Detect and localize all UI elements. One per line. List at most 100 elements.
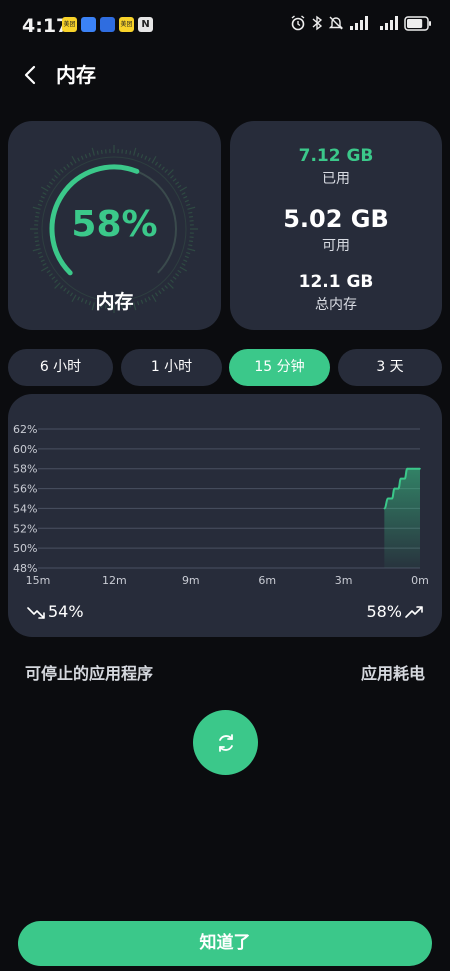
chart-point: [397, 487, 400, 490]
refresh-icon: [218, 733, 233, 752]
gauge-tick: [71, 155, 77, 164]
total-stat: 12.1 GB 总内存: [230, 272, 442, 314]
tab-3-days[interactable]: 3 天: [338, 349, 442, 386]
gauge-tick: [51, 178, 56, 182]
status-bar: 4:17 美团 美团 N: [0, 0, 450, 50]
gauge-tick: [167, 169, 174, 176]
blue-app2-icon: [100, 17, 115, 32]
memory-usage-chart: 62%60%58%56%54%52%50%48%15m 12m 9m 6m 3m 0m: [13, 423, 429, 587]
memory-gauge-card: 58% 内存: [8, 121, 221, 330]
gauge-tick: [186, 251, 191, 255]
gauge-tick: [140, 154, 144, 159]
gauge-tick: [125, 149, 128, 155]
status-right: [290, 15, 432, 31]
gauge-tick: [147, 157, 151, 162]
gauge-tick: [154, 161, 159, 166]
x-tick-label: 0m: [411, 574, 429, 587]
gauge-tick: [40, 266, 49, 272]
gauge-tick: [48, 273, 53, 277]
trend-end-value: 58%: [366, 602, 402, 621]
gauge-tick: [42, 192, 47, 196]
blue-app-icon: [81, 17, 96, 32]
gauge-tick: [183, 259, 188, 263]
stoppable-apps-heading[interactable]: 可停止的应用程序: [25, 660, 153, 684]
memory-stats-card: 7.12 GB 已用 5.02 GB 可用 12.1 GB 总内存: [230, 121, 442, 330]
x-tick-label: 9m: [182, 574, 200, 587]
chart-point: [393, 487, 396, 490]
gauge-tick: [54, 279, 58, 283]
signal-icon: [350, 16, 368, 30]
gauge-tick: [179, 266, 188, 272]
y-tick-label: 52%: [13, 522, 37, 535]
chart-area-fill: [384, 468, 420, 568]
x-tick-label: 12m: [102, 574, 127, 587]
nfc-icon: N: [138, 17, 153, 32]
back-arrow-icon[interactable]: [20, 60, 44, 90]
y-tick-label: 62%: [13, 423, 37, 436]
gauge-tick: [51, 276, 56, 280]
gauge-tick: [48, 181, 53, 185]
meituan-icon: 美团: [62, 17, 77, 32]
chart-point: [400, 477, 402, 480]
gauge-tick: [46, 269, 51, 274]
gauge-tick: [42, 262, 47, 266]
y-tick-label: 56%: [13, 483, 37, 496]
trend-up-icon: [405, 605, 423, 618]
used-label: 已用: [322, 171, 350, 187]
chart-point: [403, 477, 406, 480]
gauge-tick: [181, 192, 186, 196]
trend-start: 54%: [26, 602, 84, 621]
used-stat: 7.12 GB 已用: [230, 146, 442, 188]
gauge-tick: [177, 269, 182, 274]
gauge-tick: [66, 163, 70, 168]
trend-down-icon: [27, 606, 45, 619]
gauge-tick: [84, 154, 88, 159]
gauge-tick: [40, 259, 45, 263]
y-tick-label: 60%: [13, 443, 37, 456]
page-title: 内存: [56, 63, 96, 87]
gauge-tick: [184, 255, 189, 259]
x-tick-label: 15m: [26, 574, 51, 587]
refresh-button[interactable]: [193, 710, 258, 775]
y-tick-label: 50%: [13, 542, 37, 555]
tab-6-hours[interactable]: 6 小时: [8, 349, 113, 386]
gauge-tick: [158, 163, 162, 168]
gauge-tick: [37, 251, 42, 255]
available-value: 5.02 GB: [283, 205, 389, 233]
gauge-tick: [170, 279, 174, 283]
gauge-tick: [91, 147, 95, 156]
app-power-heading[interactable]: 应用耗电: [361, 660, 425, 684]
gauge-tick: [183, 195, 188, 199]
chart-point: [387, 497, 389, 500]
battery-icon: [404, 15, 431, 31]
gauge-tick: [151, 155, 157, 164]
y-tick-label: 54%: [13, 502, 37, 515]
gauge-tick: [54, 175, 58, 179]
gauge-tick: [175, 273, 180, 277]
bluetooth-icon: [312, 15, 322, 31]
gauge-tick: [69, 161, 74, 166]
gauge-tick: [144, 155, 148, 160]
tab-15-minutes[interactable]: 15 分钟: [229, 349, 330, 386]
used-value: 7.12 GB: [298, 146, 374, 166]
chart-point: [409, 467, 411, 470]
gauge-tick: [40, 195, 45, 199]
got-it-button[interactable]: 知道了: [18, 921, 432, 966]
total-label: 总内存: [315, 297, 357, 313]
trend-start-value: 54%: [48, 602, 84, 621]
trend-end: 58%: [366, 602, 424, 621]
gauge-tick: [175, 181, 180, 185]
gauge-tick: [172, 178, 177, 182]
signal2-icon: [380, 16, 398, 30]
gauge-tick: [184, 199, 189, 203]
gauge-tick: [63, 166, 67, 171]
alarm-icon: [291, 15, 305, 31]
tab-1-hour[interactable]: 1 小时: [121, 349, 222, 386]
gauge-tick: [60, 169, 64, 173]
available-stat: 5.02 GB 可用: [230, 205, 442, 255]
gauge-tick: [164, 169, 168, 173]
gauge-tick: [181, 262, 186, 266]
total-value: 12.1 GB: [298, 272, 374, 292]
x-tick-label: 6m: [258, 574, 276, 587]
gauge-tick: [172, 276, 177, 280]
